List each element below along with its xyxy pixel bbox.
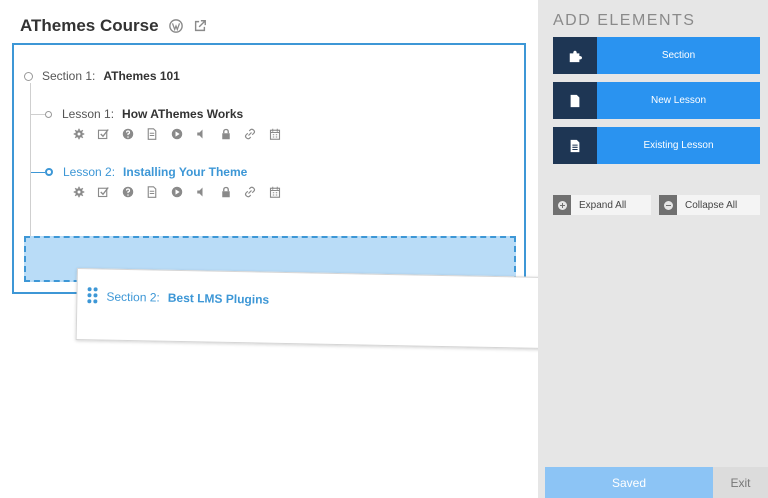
new-lesson-label: New Lesson [650,95,707,106]
section-2-row: Section 2: Best LMS Plugins [106,288,269,309]
link-icon[interactable] [244,128,257,141]
lesson-node-icon [45,110,52,118]
course-title: AThemes Course [20,16,159,35]
lesson-1-title: How AThemes Works [122,107,244,121]
link-icon[interactable] [244,186,257,199]
calendar-icon[interactable] [268,186,281,199]
section-node-icon [24,71,33,81]
course-builder-panel: Section 1: AThemes 101 Lesson 1: How ATh… [12,43,526,294]
minus-icon [659,195,677,215]
lesson-node-icon [45,168,53,176]
checkbox-icon[interactable] [97,128,110,141]
lock-icon[interactable] [219,128,232,141]
section-1-row[interactable]: Section 1: AThemes 101 [24,67,180,85]
add-section-button[interactable]: Section [553,37,760,74]
saved-button[interactable]: Saved [545,467,713,498]
external-link-icon[interactable] [193,19,207,33]
lesson-1-row[interactable]: Lesson 1: How AThemes Works [31,105,243,123]
calendar-icon[interactable] [268,128,281,141]
expand-all-label: Expand All [579,199,627,211]
section-1-title: AThemes 101 [103,69,180,83]
new-lesson-button[interactable]: New Lesson [553,82,760,119]
section-2-key: Section 2: [106,289,160,305]
bottom-action-bar: Saved Exit [545,467,768,498]
drag-handle-icon[interactable] [87,287,98,304]
tree-branch [31,113,45,115]
sidebar-title: ADD ELEMENTS [553,12,696,29]
existing-lesson-button[interactable]: Existing Lesson [553,127,760,164]
wordpress-icon[interactable] [168,19,183,33]
collapse-all-label: Collapse All [685,199,738,211]
question-icon[interactable] [121,186,134,199]
expand-all-button[interactable]: Expand All [553,195,651,215]
lesson-1-key: Lesson 1: [62,107,115,121]
gear-icon[interactable] [72,128,85,141]
lesson-2-row[interactable]: Lesson 2: Installing Your Theme [31,163,247,181]
puzzle-icon [553,37,597,74]
document-icon[interactable] [146,128,159,141]
lock-icon[interactable] [219,186,232,199]
audio-icon[interactable] [195,128,208,141]
tree-branch [31,171,45,173]
play-icon[interactable] [170,128,183,141]
gear-icon[interactable] [72,186,85,199]
lesson-1-toolbar [72,127,281,141]
audio-icon[interactable] [195,186,208,199]
play-icon[interactable] [170,186,183,199]
document-icon[interactable] [146,186,159,199]
collapse-all-button[interactable]: Collapse All [659,195,760,215]
document-icon [553,82,597,119]
lesson-2-key: Lesson 2: [63,165,116,179]
add-elements-sidebar: ADD ELEMENTS Section New Lesson Existing… [538,0,768,498]
section-1-key: Section 1: [42,69,96,83]
question-icon[interactable] [121,128,134,141]
add-section-label: Section [661,50,696,61]
checkbox-icon[interactable] [97,186,110,199]
plus-icon [553,195,571,215]
lesson-2-title: Installing Your Theme [123,165,248,179]
existing-lesson-label: Existing Lesson [643,140,714,151]
section-2-title: Best LMS Plugins [167,290,270,307]
document-lines-icon [553,127,597,164]
lesson-2-toolbar [72,185,281,199]
exit-button[interactable]: Exit [713,467,768,498]
course-header: AThemes Course [20,14,207,38]
dragged-section-card[interactable]: Section 2: Best LMS Plugins [75,268,583,350]
